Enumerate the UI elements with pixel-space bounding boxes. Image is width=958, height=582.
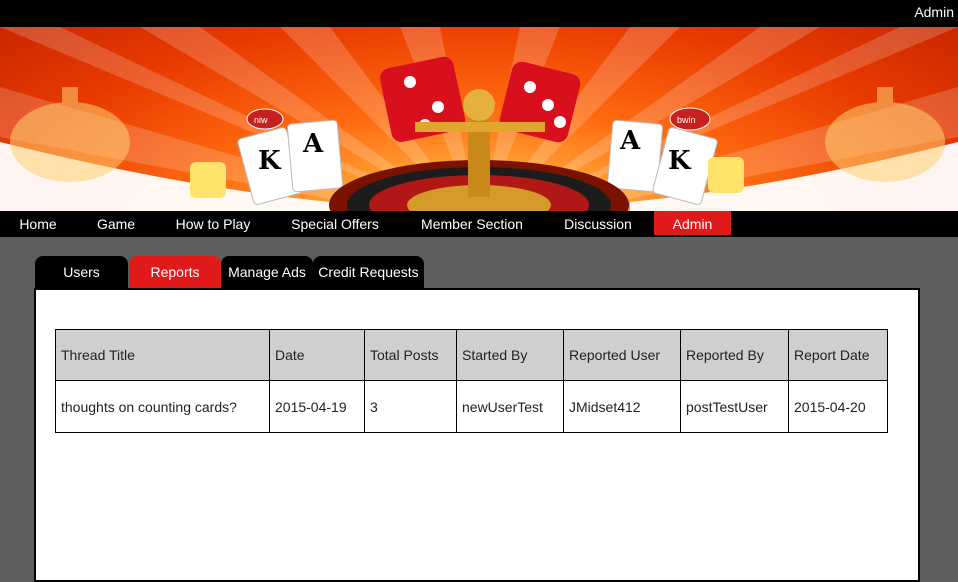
col-thread-title: Thread Title <box>55 329 270 381</box>
tab-reports[interactable]: Reports <box>129 256 221 288</box>
col-reported-user: Reported User <box>563 329 681 381</box>
nav-home[interactable]: Home <box>10 211 66 235</box>
cell-thread-title[interactable]: thoughts on counting cards? <box>55 380 270 433</box>
table-row[interactable]: thoughts on counting cards? 2015-04-19 3… <box>55 380 888 433</box>
banner-illustration: K A A K niw bwin <box>0 27 958 211</box>
admin-user-label[interactable]: Admin <box>914 4 954 20</box>
nav-admin[interactable]: Admin <box>654 211 731 235</box>
nav-how-to-play[interactable]: How to Play <box>166 211 260 235</box>
col-started-by: Started By <box>456 329 564 381</box>
tab-credit-requests[interactable]: Credit Requests <box>313 256 424 288</box>
top-bar: Admin <box>0 0 958 27</box>
svg-text:bwin: bwin <box>677 115 696 125</box>
nav-special-offers[interactable]: Special Offers <box>282 211 388 235</box>
svg-text:K: K <box>258 146 282 176</box>
table-header-row: Thread Title Date Total Posts Started By… <box>55 329 888 381</box>
svg-text:niw: niw <box>254 115 268 125</box>
col-report-date: Report Date <box>788 329 888 381</box>
reports-panel: Thread Title Date Total Posts Started By… <box>34 288 920 582</box>
svg-text:A: A <box>619 126 641 156</box>
col-reported-by: Reported By <box>680 329 789 381</box>
cell-total-posts: 3 <box>364 380 457 433</box>
casino-banner: K A A K niw bwin <box>0 27 958 211</box>
cell-reported-user: JMidset412 <box>563 380 681 433</box>
nav-discussion[interactable]: Discussion <box>556 211 640 235</box>
reports-table: Thread Title Date Total Posts Started By… <box>55 329 888 433</box>
nav-member-section[interactable]: Member Section <box>410 211 534 235</box>
tab-users[interactable]: Users <box>35 256 128 288</box>
cell-report-date: 2015-04-20 <box>788 380 888 433</box>
col-total-posts: Total Posts <box>364 329 457 381</box>
cell-started-by: newUserTest <box>456 380 564 433</box>
tab-manage-ads[interactable]: Manage Ads <box>221 256 313 288</box>
svg-text:K: K <box>668 146 692 176</box>
cell-date: 2015-04-19 <box>269 380 365 433</box>
main-nav: Home Game How to Play Special Offers Mem… <box>0 211 958 237</box>
svg-text:A: A <box>302 129 324 159</box>
col-date: Date <box>269 329 365 381</box>
cell-reported-by: postTestUser <box>680 380 789 433</box>
nav-game[interactable]: Game <box>88 211 144 235</box>
